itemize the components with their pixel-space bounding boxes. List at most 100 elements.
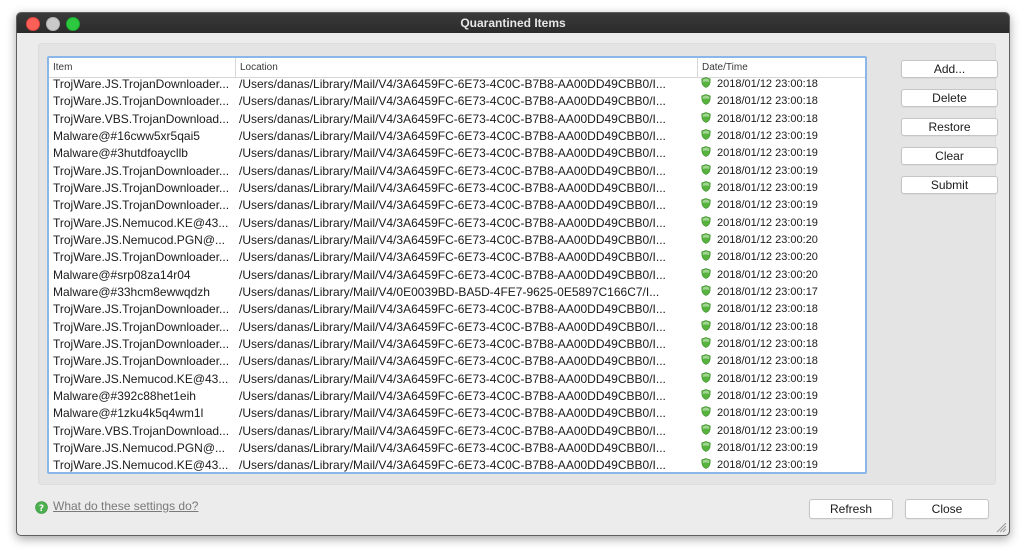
- table-row[interactable]: TrojWare.JS.TrojanDownloader... /Users/da…: [49, 336, 865, 353]
- cell-datetime: 2018/01/12 23:00:18: [701, 336, 861, 353]
- green-shield-icon: [701, 198, 711, 210]
- cell-location: /Users/danas/Library/Mail/V4/3A6459FC-6E…: [239, 111, 666, 126]
- table-row[interactable]: TrojWare.JS.TrojanDownloader... /Users/da…: [49, 301, 865, 318]
- green-shield-icon: [701, 77, 711, 88]
- column-header-item[interactable]: Item: [49, 58, 235, 77]
- table-row[interactable]: Malware@#16cww5xr5qai5/Users/danas/Libra…: [49, 128, 865, 145]
- green-shield-icon: [701, 371, 711, 383]
- green-shield-icon: [701, 285, 711, 296]
- table-row[interactable]: Malware@#392c88het1eih/Users/danas/Libra…: [49, 388, 865, 405]
- cell-datetime: 2018/01/12 23:00:19: [701, 180, 861, 197]
- table-row[interactable]: Malware@#1zku4k5q4wm1l/Users/danas/Libra…: [49, 405, 865, 422]
- table-row[interactable]: TrojWare.JS.TrojanDownloader... /Users/da…: [49, 163, 865, 180]
- help-link[interactable]: What do these settings do?: [53, 499, 198, 513]
- resize-grip-icon[interactable]: [995, 521, 1007, 533]
- cell-location: /Users/danas/Library/Mail/V4/3A6459FC-6E…: [239, 215, 666, 230]
- green-shield-icon: [701, 250, 711, 262]
- cell-datetime: 2018/01/12 23:00:20: [701, 267, 861, 284]
- green-shield-icon: [701, 181, 711, 192]
- cell-datetime: 2018/01/12 23:00:18: [701, 111, 861, 128]
- table-row[interactable]: Malware@#srp08za14r04/Users/danas/Librar…: [49, 267, 865, 284]
- cell-datetime: 2018/01/12 23:00:19: [701, 197, 861, 214]
- cell-item: Malware@#392c88het1eih: [53, 388, 196, 403]
- quarantine-table[interactable]: Item Location Date/Time TrojWare.JS.Troj…: [47, 56, 867, 474]
- datetime-text: 2018/01/12 23:00:18: [717, 95, 818, 108]
- datetime-text: 2018/01/12 23:00:19: [717, 216, 818, 229]
- cell-item: Malware@#1zku4k5q4wm1l: [53, 406, 204, 421]
- cell-item: TrojWare.JS.Nemucod.PGN@...: [53, 440, 225, 455]
- table-header: Item Location Date/Time: [49, 58, 865, 78]
- datetime-text: 2018/01/12 23:00:19: [717, 199, 818, 212]
- table-row[interactable]: TrojWare.JS.TrojanDownloader... /Users/da…: [49, 353, 865, 370]
- cell-datetime: 2018/01/12 23:00:18: [701, 93, 861, 110]
- cell-location: /Users/danas/Library/Mail/V4/3A6459FC-6E…: [239, 440, 666, 455]
- cell-datetime: 2018/01/12 23:00:19: [701, 371, 861, 388]
- green-shield-icon: [701, 94, 711, 106]
- table-row[interactable]: TrojWare.VBS.TrojanDownload... /Users/dan…: [49, 111, 865, 128]
- datetime-text: 2018/01/12 23:00:20: [717, 233, 818, 246]
- title-bar[interactable]: Quarantined Items: [17, 13, 1009, 33]
- cell-datetime: 2018/01/12 23:00:19: [701, 128, 861, 145]
- datetime-text: 2018/01/12 23:00:18: [717, 355, 818, 368]
- table-body: TrojWare.JS.TrojanDownloader... /Users/da…: [49, 76, 865, 472]
- cell-datetime: 2018/01/12 23:00:18: [701, 319, 861, 336]
- datetime-text: 2018/01/12 23:00:20: [717, 251, 818, 264]
- table-row[interactable]: TrojWare.JS.Nemucod.KE@43... /Users/danas…: [49, 215, 865, 232]
- table-row[interactable]: TrojWare.VBS.TrojanDownload... /Users/dan…: [49, 423, 865, 440]
- datetime-text: 2018/01/12 23:00:18: [717, 78, 818, 90]
- cell-location: /Users/danas/Library/Mail/V4/3A6459FC-6E…: [239, 336, 666, 351]
- green-shield-icon: [701, 163, 711, 175]
- green-shield-icon: [701, 129, 711, 140]
- datetime-text: 2018/01/12 23:00:18: [717, 303, 818, 316]
- svg-text:?: ?: [39, 504, 44, 514]
- cell-item: Malware@#16cww5xr5qai5: [53, 128, 200, 143]
- table-row[interactable]: TrojWare.JS.TrojanDownloader... /Users/da…: [49, 319, 865, 336]
- cell-location: /Users/danas/Library/Mail/V4/0E0039BD-BA…: [239, 284, 660, 299]
- table-row[interactable]: TrojWare.JS.Nemucod.KE@43... /Users/danas…: [49, 371, 865, 388]
- cell-location: /Users/danas/Library/Mail/V4/3A6459FC-6E…: [239, 94, 666, 109]
- refresh-button[interactable]: Refresh: [809, 499, 893, 519]
- submit-button[interactable]: Submit: [901, 176, 998, 194]
- cell-item: TrojWare.JS.TrojanDownloader...: [53, 94, 230, 109]
- cell-location: /Users/danas/Library/Mail/V4/3A6459FC-6E…: [239, 180, 666, 195]
- datetime-text: 2018/01/12 23:00:19: [717, 407, 818, 420]
- cell-datetime: 2018/01/12 23:00:19: [701, 457, 861, 472]
- table-row[interactable]: TrojWare.JS.TrojanDownloader... /Users/da…: [49, 249, 865, 266]
- table-row[interactable]: TrojWare.JS.Nemucod.PGN@... /Users/danas/…: [49, 232, 865, 249]
- cell-location: /Users/danas/Library/Mail/V4/3A6459FC-6E…: [239, 458, 666, 472]
- quarantine-panel: Item Location Date/Time TrojWare.JS.Troj…: [38, 43, 998, 485]
- cell-item: TrojWare.JS.Nemucod.KE@43...: [53, 215, 229, 230]
- cell-datetime: 2018/01/12 23:00:20: [701, 232, 861, 249]
- table-row[interactable]: TrojWare.JS.TrojanDownloader... /Users/da…: [49, 197, 865, 214]
- delete-button[interactable]: Delete: [901, 89, 998, 107]
- table-row[interactable]: TrojWare.JS.TrojanDownloader... /Users/da…: [49, 76, 865, 93]
- restore-button[interactable]: Restore: [901, 118, 998, 136]
- cell-item: TrojWare.JS.Nemucod.KE@43...: [53, 371, 229, 386]
- question-mark-icon[interactable]: ?: [35, 501, 48, 514]
- table-row[interactable]: Malware@#3hutdfoaycllb/Users/danas/Libra…: [49, 145, 865, 162]
- datetime-text: 2018/01/12 23:00:19: [717, 147, 818, 160]
- table-row[interactable]: TrojWare.JS.Nemucod.KE@43... /Users/danas…: [49, 457, 865, 472]
- clear-button[interactable]: Clear: [901, 147, 998, 165]
- cell-item: TrojWare.JS.TrojanDownloader...: [53, 319, 230, 334]
- cell-item: TrojWare.JS.TrojanDownloader...: [53, 77, 230, 91]
- close-button[interactable]: Close: [905, 499, 989, 519]
- table-row[interactable]: TrojWare.JS.TrojanDownloader... /Users/da…: [49, 93, 865, 110]
- table-row[interactable]: TrojWare.JS.TrojanDownloader... /Users/da…: [49, 180, 865, 197]
- datetime-text: 2018/01/12 23:00:19: [717, 459, 818, 472]
- green-shield-icon: [701, 215, 711, 227]
- datetime-text: 2018/01/12 23:00:19: [717, 372, 818, 385]
- datetime-text: 2018/01/12 23:00:19: [717, 441, 818, 454]
- cell-item: TrojWare.JS.TrojanDownloader...: [53, 180, 230, 195]
- cell-datetime: 2018/01/12 23:00:18: [701, 76, 861, 93]
- column-header-location[interactable]: Location: [235, 58, 697, 77]
- table-row[interactable]: TrojWare.JS.Nemucod.PGN@... /Users/danas/…: [49, 440, 865, 457]
- cell-location: /Users/danas/Library/Mail/V4/3A6459FC-6E…: [239, 77, 666, 91]
- table-row[interactable]: Malware@#33hcm8ewwqdzh/Users/danas/Libra…: [49, 284, 865, 301]
- datetime-text: 2018/01/12 23:00:18: [717, 337, 818, 350]
- cell-location: /Users/danas/Library/Mail/V4/3A6459FC-6E…: [239, 163, 666, 178]
- cell-datetime: 2018/01/12 23:00:19: [701, 440, 861, 457]
- column-header-datetime[interactable]: Date/Time: [697, 58, 863, 77]
- add-button[interactable]: Add...: [901, 60, 998, 78]
- cell-location: /Users/danas/Library/Mail/V4/3A6459FC-6E…: [239, 250, 666, 265]
